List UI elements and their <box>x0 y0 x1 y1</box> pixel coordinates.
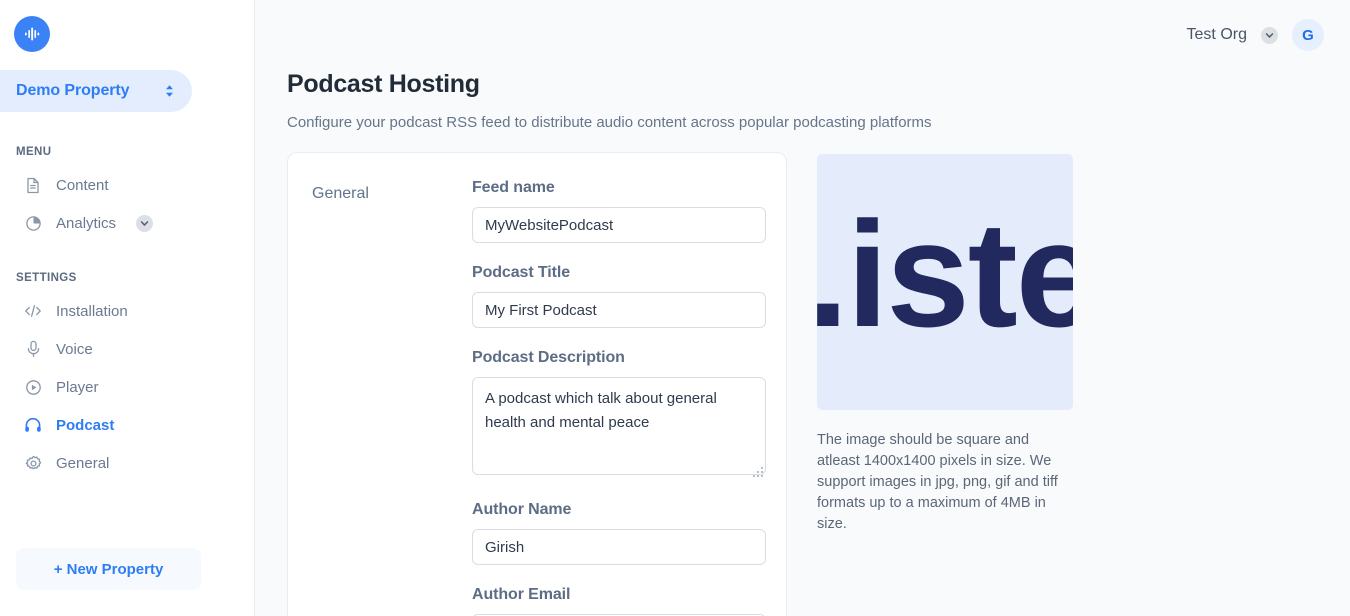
sidebar-item-label: Voice <box>56 340 93 358</box>
svg-text:.iste: .iste <box>817 190 1073 358</box>
microphone-icon <box>24 340 42 358</box>
field-label: Podcast Description <box>472 349 625 366</box>
podcast-description-input[interactable] <box>472 377 766 475</box>
menu-heading: MENU <box>16 146 52 158</box>
pie-chart-icon <box>24 214 42 232</box>
main-content: Test Org G Podcast Hosting Configure you… <box>255 0 1350 616</box>
logo-container <box>0 0 254 52</box>
chevron-up-down-icon <box>163 83 176 99</box>
page-title: Podcast Hosting <box>287 70 480 98</box>
sidebar-item-general[interactable]: General <box>0 444 254 482</box>
audio-wave-icon <box>22 24 42 44</box>
org-selector[interactable]: Test Org <box>1187 26 1278 44</box>
settings-list: Installation Voice Player Podcast Genera… <box>0 292 254 482</box>
document-icon <box>24 176 42 194</box>
field-author-email: Author Email <box>472 586 766 616</box>
property-selector-label: Demo Property <box>16 82 130 99</box>
menu-list: Content Analytics <box>0 166 254 242</box>
settings-heading: SETTINGS <box>16 272 77 284</box>
content-row: General Feed name Podcast Title Podcast … <box>255 152 1350 616</box>
settings-section: SETTINGS Installation Voice Player Podca… <box>0 272 254 482</box>
page-subtitle: Configure your podcast RSS feed to distr… <box>287 114 932 131</box>
avatar[interactable]: G <box>1292 19 1324 51</box>
field-author-name: Author Name <box>472 501 766 565</box>
cover-image-panel: .iste The image should be square and atl… <box>817 152 1077 535</box>
org-name-label: Test Org <box>1186 26 1247 43</box>
sidebar-item-label: Player <box>56 378 99 396</box>
feed-name-input[interactable] <box>472 207 766 243</box>
topbar: Test Org G <box>255 0 1350 70</box>
field-label: Feed name <box>472 179 555 196</box>
new-property-button[interactable]: + New Property <box>16 548 201 590</box>
sidebar-item-installation[interactable]: Installation <box>0 292 254 330</box>
textarea-wrapper <box>472 377 766 480</box>
property-selector[interactable]: Demo Property <box>0 70 192 112</box>
sidebar-item-podcast[interactable]: Podcast <box>0 406 254 444</box>
gear-icon <box>24 454 42 472</box>
field-label: Author Email <box>472 586 571 603</box>
field-feed-name: Feed name <box>472 179 766 243</box>
sidebar-item-player[interactable]: Player <box>0 368 254 406</box>
chevron-down-icon <box>1261 26 1278 44</box>
headphones-icon <box>24 416 42 434</box>
sidebar-item-label: Analytics <box>56 214 117 232</box>
form-fields: Feed name Podcast Title Podcast Descript… <box>472 179 766 616</box>
general-settings-card: General Feed name Podcast Title Podcast … <box>287 152 787 616</box>
play-circle-icon <box>24 378 42 396</box>
sidebar: Demo Property MENU Content Analytics SET… <box>0 0 255 616</box>
sidebar-item-label: Podcast <box>56 416 115 434</box>
sidebar-item-label: Installation <box>56 302 128 320</box>
page-header: Podcast Hosting Configure your podcast R… <box>255 70 1350 132</box>
sidebar-item-voice[interactable]: Voice <box>0 330 254 368</box>
sidebar-item-analytics[interactable]: Analytics <box>0 204 254 242</box>
card-section-title: General <box>312 185 369 202</box>
field-label: Podcast Title <box>472 264 570 281</box>
cover-image-help-text: The image should be square and atleast 1… <box>817 432 1058 532</box>
app-root: Demo Property MENU Content Analytics SET… <box>0 0 1350 616</box>
code-icon <box>24 302 42 320</box>
author-name-input[interactable] <box>472 529 766 565</box>
app-logo[interactable] <box>14 16 50 52</box>
sidebar-item-content[interactable]: Content <box>0 166 254 204</box>
podcast-cover-image[interactable]: .iste <box>817 154 1073 410</box>
chevron-down-icon[interactable] <box>136 214 154 232</box>
field-podcast-title: Podcast Title <box>472 264 766 328</box>
field-podcast-description: Podcast Description <box>472 349 766 480</box>
field-label: Author Name <box>472 501 572 518</box>
podcast-title-input[interactable] <box>472 292 766 328</box>
menu-section: MENU Content Analytics <box>0 146 254 242</box>
sidebar-item-label: General <box>56 454 110 472</box>
sidebar-item-label: Content <box>56 176 109 194</box>
